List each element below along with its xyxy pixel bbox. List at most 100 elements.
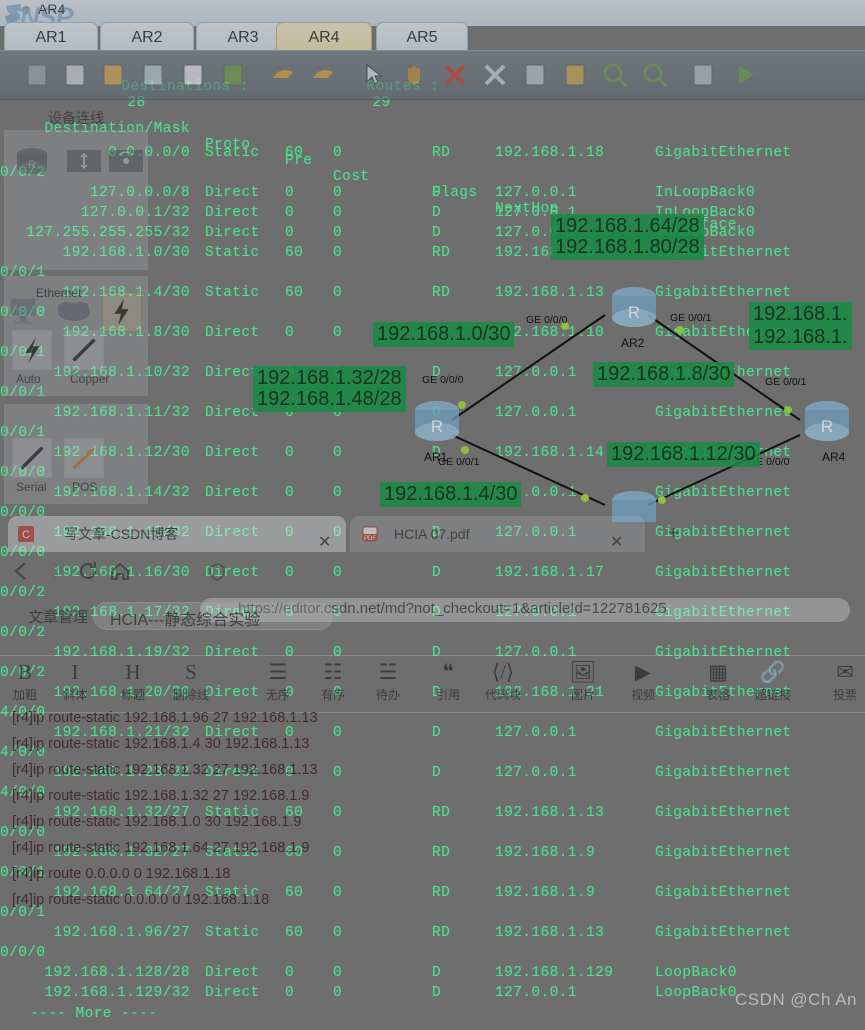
cell-flags: D	[432, 205, 442, 221]
cell-interface: GigabitEthernet	[655, 845, 792, 861]
cell-cost: 0	[333, 985, 343, 1001]
cell-destination: 192.168.1.19/32	[53, 645, 190, 661]
cell-interface: GigabitEthernet	[655, 725, 792, 741]
cell-proto: Direct	[205, 325, 260, 341]
cell-proto: Direct	[205, 485, 260, 501]
cell-destination: 192.168.1.4/30	[62, 285, 190, 301]
cell-cost: 0	[333, 565, 343, 581]
cell-destination: 127.0.0.1/32	[80, 205, 190, 221]
interface-continuation-text: 0/0/1	[0, 345, 46, 361]
cell-proto: Static	[205, 285, 260, 301]
cell-interface-continuation: 0/0/2	[0, 665, 865, 685]
cell-nexthop: 127.0.0.1	[495, 645, 577, 661]
interface-continuation-text: 0/0/1	[0, 385, 46, 401]
cli-command-line: [r4]ip route-static 192.168.1.96 27 192.…	[12, 710, 318, 726]
cell-destination: 192.168.1.129/32	[44, 985, 190, 1001]
table-row: 192.168.1.10/32Direct00D127.0.0.1Gigabit…	[0, 365, 865, 385]
cell-destination: 192.168.1.16/30	[53, 565, 190, 581]
cell-pre: 60	[285, 285, 304, 301]
cell-cost: 0	[333, 485, 343, 501]
cell-proto: Direct	[205, 525, 260, 541]
cell-destination: 127.255.255.255/32	[26, 225, 190, 241]
cell-nexthop: 127.0.0.1	[495, 985, 577, 1001]
cell-interface: LoopBack0	[655, 965, 737, 981]
cell-nexthop: 127.0.0.1	[495, 185, 577, 201]
cell-destination: 192.168.1.12/30	[53, 445, 190, 461]
table-row: 192.168.1.0/30 Static 60 0 RD 192.168.1.9 Giga…	[0, 245, 865, 265]
table-row: 192.168.1.19/32 Direct 0 0 D 127.0.0.1 Gigabit…	[0, 645, 865, 665]
cell-cost: 0	[333, 805, 343, 821]
cell-interface: GigabitEthernet	[655, 605, 792, 621]
cell-proto: Static	[205, 925, 260, 941]
cell-proto: Direct	[205, 225, 260, 241]
cell-flags: D	[432, 445, 442, 461]
cell-destination: 192.168.1.15/32	[53, 525, 190, 541]
cell-interface: GigabitEthernet	[655, 285, 792, 301]
annotation-subnet-2: 192.168.1.48/28	[253, 387, 406, 413]
interface-continuation-text: 0/0/1	[0, 265, 46, 281]
cell-nexthop: 127.0.0.1	[495, 765, 577, 781]
cell-interface-continuation: 0/0/0	[0, 945, 865, 965]
interface-continuation-text: 0/0/2	[0, 625, 46, 641]
cell-flags: D	[432, 685, 442, 701]
cell-flags: D	[432, 725, 442, 741]
cell-flags: RD	[432, 925, 451, 941]
table-row: 192.168.1.17/32 Direct 0 0 D 127.0.0.1 Gigabit…	[0, 605, 865, 625]
cell-pre: 0	[285, 325, 295, 341]
cell-flags: RD	[432, 285, 451, 301]
annotation-subnet-9: 192.168.1.4/30	[380, 482, 522, 508]
cell-flags: D	[432, 365, 442, 381]
cell-flags: RD	[432, 805, 451, 821]
cell-nexthop: 192.168.1.13	[495, 925, 605, 941]
cell-cost: 0	[333, 605, 343, 621]
watermark: CSDN @Ch An	[735, 990, 857, 1009]
cell-interface: GigabitEthernet	[655, 145, 792, 161]
cell-pre: 0	[285, 685, 295, 701]
cli-routes-count: Routes : 29	[366, 79, 440, 111]
cell-interface-continuation: 0/0/1	[0, 385, 865, 405]
cli-command-line: [r4]ip route-static 192.168.1.64 27 192.…	[12, 840, 310, 856]
cli-command-line: [r4]ip route-static 0.0.0.0 0 192.168.1.…	[12, 892, 270, 908]
cli-command-line: [r4]ip route-static 192.168.1.0 30 192.1…	[12, 814, 302, 830]
cell-proto: Direct	[205, 965, 260, 981]
cell-destination: 0.0.0.0/0	[108, 145, 190, 161]
cell-interface: GigabitEthernet	[655, 405, 792, 421]
cell-destination: 192.168.1.14/32	[53, 485, 190, 501]
cell-flags: RD	[432, 845, 451, 861]
cell-cost: 0	[333, 965, 343, 981]
cell-pre: 0	[285, 605, 295, 621]
interface-continuation-text: 0/0/0	[0, 465, 46, 481]
cell-cost: 0	[333, 685, 343, 701]
cell-pre: 60	[285, 885, 304, 901]
cell-destination: 192.168.1.17/32	[53, 605, 190, 621]
cell-nexthop: 127.0.0.1	[495, 525, 577, 541]
table-row: 127.0.0.1/32 Direct 0 0 D 127.0.0.1 InLoopBack…	[0, 205, 865, 225]
cell-interface: InLoopBack0	[655, 185, 756, 201]
cell-nexthop: 192.168.1.13	[495, 285, 605, 301]
cell-proto: Direct	[205, 205, 260, 221]
cell-pre: 60	[285, 145, 304, 161]
cell-proto: Direct	[205, 985, 260, 1001]
cell-flags: D	[432, 405, 442, 421]
cell-flags: RD	[432, 145, 451, 161]
cell-interface: GigabitEthernet	[655, 525, 792, 541]
table-row: 127.0.0.0/8 Direct 0 0 D 127.0.0.1 InLoopBack0	[0, 185, 865, 205]
cell-cost: 0	[333, 185, 343, 201]
cell-interface: GigabitEthernet	[655, 645, 792, 661]
cell-pre: 0	[285, 225, 295, 241]
cell-proto: Static	[205, 145, 260, 161]
cell-interface: GigabitEthernet	[655, 685, 792, 701]
cell-nexthop: 127.0.0.1	[495, 605, 577, 621]
cell-cost: 0	[333, 445, 343, 461]
cell-proto: Direct	[205, 365, 260, 381]
table-row: 192.168.1.128/28 Direct 0 0 D 192.168.1.129 Lo…	[0, 965, 865, 985]
interface-continuation-text: 0/0/1	[0, 425, 46, 441]
cell-cost: 0	[333, 725, 343, 741]
table-row: 0.0.0.0/0 Static 60 0 RD 192.168.1.18 GigabitE…	[0, 145, 865, 165]
interface-continuation-text: 0/0/2	[0, 665, 46, 681]
cell-flags: D	[432, 605, 442, 621]
cell-interface: GigabitEthernet	[655, 565, 792, 581]
cell-interface: GigabitEthernet	[655, 485, 792, 501]
cell-interface-continuation: 0/0/2	[0, 585, 865, 605]
cell-pre: 0	[285, 645, 295, 661]
